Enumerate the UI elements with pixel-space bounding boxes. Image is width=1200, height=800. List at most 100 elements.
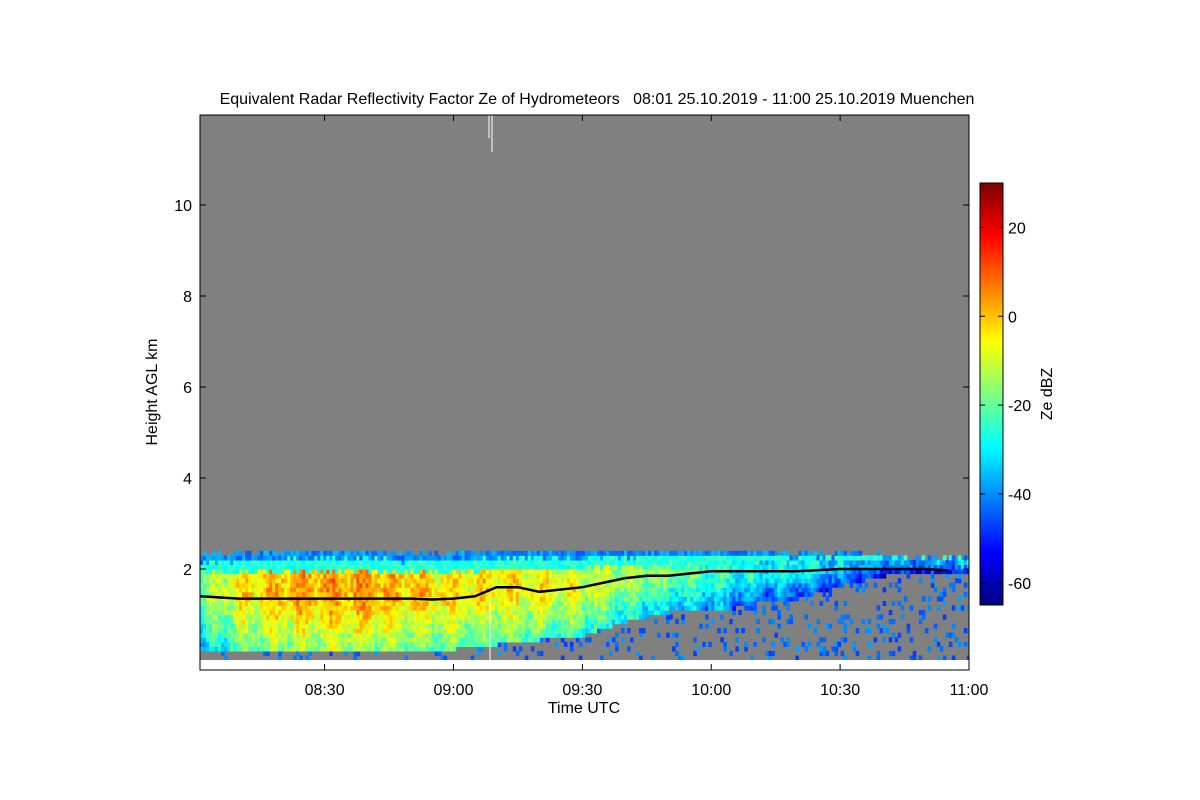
x-axis-label: Time UTC (548, 700, 620, 717)
heatmap-cell (756, 596, 760, 602)
heatmap-cell (344, 641, 348, 647)
heatmap-cell (260, 619, 264, 625)
heatmap-cell (840, 550, 845, 556)
heatmap-cell (840, 559, 845, 565)
heatmap-cell (798, 564, 802, 570)
heatmap-cell (732, 605, 736, 611)
heatmap-cell (816, 641, 821, 647)
heatmap-cell (590, 610, 595, 616)
heatmap-cell (705, 623, 709, 629)
heatmap-cell (756, 550, 760, 556)
heatmap-cell (879, 614, 884, 620)
heatmap-cell (452, 646, 457, 652)
heatmap-cell (963, 628, 968, 634)
colorbar-gradient (979, 182, 1004, 606)
heatmap-cell (425, 610, 430, 616)
heatmap-cell (569, 646, 574, 652)
heatmap-cell (837, 641, 842, 647)
heatmap-cell (551, 623, 556, 629)
heatmap-cell (260, 573, 264, 579)
heatmap-cell (296, 650, 300, 657)
heatmap-cell (615, 646, 619, 652)
heatmap-cell (425, 619, 430, 625)
heatmap-cell (302, 623, 306, 629)
chart-title: Equivalent Radar Reflectivity Factor Ze … (220, 91, 975, 108)
heatmap-cell (383, 600, 387, 606)
heatmap-cell (383, 559, 387, 565)
heatmap-cell (798, 587, 802, 593)
heatmap-cell (260, 559, 264, 565)
heatmap-cell (810, 591, 815, 597)
ground-strip (200, 660, 969, 670)
heatmap-cell (855, 650, 860, 657)
heatmap-cell (302, 610, 306, 616)
heatmap-cell (606, 641, 610, 647)
heatmap-cell (383, 555, 387, 561)
heatmap-cell (515, 650, 520, 657)
heatmap-cell (867, 655, 872, 661)
heatmap-cell (260, 600, 264, 606)
heatmap-cell (630, 637, 634, 643)
heatmap-cell (302, 582, 306, 588)
heatmap-cell (840, 637, 845, 643)
heatmap-cell (218, 564, 222, 570)
heatmap-cell (900, 614, 905, 620)
heatmap-cell (900, 605, 905, 611)
heatmap-cell (786, 600, 790, 606)
heatmap-cell (807, 550, 812, 556)
heatmap-cell (497, 650, 502, 657)
heatmap-cell (633, 550, 637, 556)
heatmap-cell (467, 573, 472, 579)
heatmap-cell (302, 555, 306, 561)
heatmap-cell (720, 614, 724, 620)
heatmap-cell (633, 591, 637, 597)
heatmap-cell (422, 550, 427, 556)
heatmap-cell (590, 578, 595, 584)
heatmap-cell (795, 596, 799, 602)
heatmap-cell (768, 655, 772, 661)
heatmap-cell (467, 628, 472, 634)
heatmap-cell (696, 646, 700, 652)
heatmap-cell (633, 578, 637, 584)
heatmap-cell (467, 623, 472, 629)
heatmap-cell (302, 600, 306, 606)
heatmap-cell (633, 614, 637, 620)
heatmap-cell (425, 637, 430, 643)
heatmap-cell (344, 591, 348, 597)
heatmap-cell (717, 600, 721, 606)
heatmap-cell (503, 641, 508, 647)
heatmap-cell (804, 614, 809, 620)
heatmap-cell (927, 646, 932, 652)
heatmap-cell (954, 637, 959, 643)
heatmap-cell (882, 600, 887, 606)
heatmap-cell (551, 600, 556, 606)
heatmap-cell (939, 596, 944, 602)
heatmap-cell (876, 655, 881, 661)
heatmap-cell (260, 623, 264, 629)
heatmap-cell (717, 605, 721, 611)
heatmap-cell (218, 550, 222, 556)
heatmap-cell (717, 550, 721, 556)
heatmap-cell (729, 619, 733, 625)
heatmap-cell (218, 582, 222, 588)
heatmap-cell (858, 550, 863, 556)
heatmap-cell (927, 605, 932, 611)
heatmap-cell (774, 605, 778, 611)
heatmap-cell (467, 555, 472, 561)
heatmap-cell (551, 614, 556, 620)
heatmap-cell (762, 637, 766, 643)
heatmap-cell (951, 582, 956, 588)
heatmap-cell (675, 596, 679, 602)
heatmap-cell (798, 573, 802, 579)
heatmap-cell (921, 555, 926, 561)
heatmap-cell (590, 555, 595, 561)
heatmap-cell (891, 632, 896, 638)
heatmap-cell (882, 555, 887, 561)
heatmap-cell (410, 550, 415, 556)
heatmap-cell (512, 646, 517, 652)
heatmap-cell (425, 623, 430, 629)
heatmap-cell (551, 573, 556, 579)
heatmap-cell (852, 641, 857, 647)
heatmap-cell (639, 632, 643, 638)
heatmap-cell (302, 587, 306, 593)
